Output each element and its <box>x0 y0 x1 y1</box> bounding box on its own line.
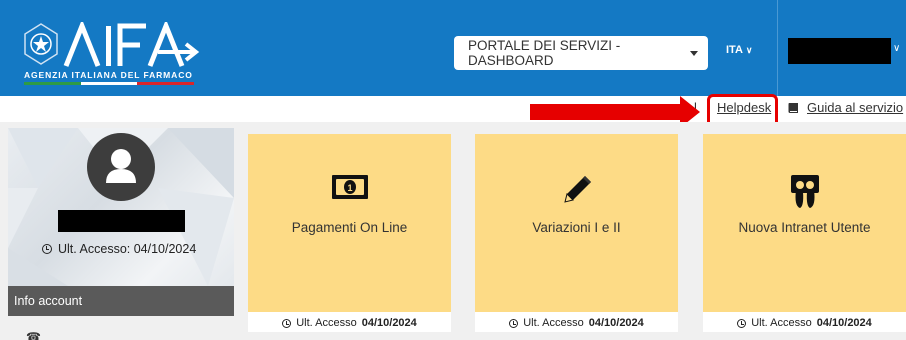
money-icon-wrap: 1 <box>248 172 451 212</box>
card-footer: Ult. Accesso 04/10/2024 <box>248 315 451 331</box>
clock-icon <box>282 318 292 328</box>
info-account-label: Info account <box>14 294 83 308</box>
card-title: Pagamenti On Line <box>291 220 408 235</box>
book-icon <box>788 103 798 113</box>
slideshare-icon <box>790 175 819 208</box>
card-body[interactable]: Nuova Intranet Utente <box>703 134 906 312</box>
card-access-label: Ult. Accesso <box>523 317 584 329</box>
card-footer: Ult. Accesso 04/10/2024 <box>475 315 678 331</box>
clock-icon <box>509 318 519 328</box>
tricolor-stripe <box>24 82 195 85</box>
card-access-date: 04/10/2024 <box>816 317 872 329</box>
card-body[interactable]: 1 Pagamenti On Line <box>248 134 451 312</box>
header-divider <box>777 0 778 96</box>
service-card-variazioni[interactable]: Variazioni I e II Ult. Accesso 04/10/202… <box>475 134 678 332</box>
top-header: AGENZIA ITALIANA DEL FARMACO PORTALE DEI… <box>0 0 906 96</box>
profile-last-access: Ult. Accesso: 04/10/2024 <box>42 242 196 256</box>
card-access-date: 04/10/2024 <box>361 317 417 329</box>
service-guide-link[interactable]: Guida al servizio <box>807 100 903 115</box>
user-name-redacted <box>58 210 185 232</box>
pencil-icon-wrap <box>475 172 678 212</box>
pencil-icon <box>563 176 591 203</box>
profile-panel: Ult. Accesso: 04/10/2024 Info account <box>8 128 234 316</box>
user-menu-chevron-icon[interactable]: ∨ <box>893 43 900 54</box>
caret-down-icon <box>690 51 698 56</box>
service-card-pagamenti[interactable]: 1 Pagamenti On Line Ult. Accesso 04/10/2… <box>248 134 451 332</box>
card-footer: Ult. Accesso 04/10/2024 <box>703 315 906 331</box>
card-title: Variazioni I e II <box>532 220 621 235</box>
slideshare-icon-wrap <box>703 172 906 212</box>
card-body[interactable]: Variazioni I e II <box>475 134 678 312</box>
user-menu-redacted[interactable] <box>788 38 891 64</box>
user-icon <box>106 149 136 183</box>
clock-icon <box>737 318 747 328</box>
info-account-header[interactable]: Info account <box>8 286 234 316</box>
aifa-logo[interactable]: AGENZIA ITALIANA DEL FARMACO <box>22 22 222 90</box>
language-label: ITA <box>726 44 743 56</box>
chevron-down-icon: ∨ <box>745 44 753 55</box>
logo-subtitle: AGENZIA ITALIANA DEL FARMACO <box>24 70 193 80</box>
profile-last-access-text: Ult. Accesso: 04/10/2024 <box>58 242 197 256</box>
money-icon: 1 <box>331 175 368 199</box>
clock-icon <box>42 244 52 254</box>
annotation-arrow-shaft <box>530 104 682 120</box>
language-selector[interactable]: ITA ∨ <box>726 44 753 56</box>
portal-dropdown[interactable]: PORTALE DEI SERVIZI - DASHBOARD <box>454 36 708 70</box>
aifa-wordmark <box>63 22 200 67</box>
service-card-intranet[interactable]: Nuova Intranet Utente Ult. Accesso 04/10… <box>703 134 906 332</box>
avatar[interactable] <box>87 133 155 201</box>
phone-icon: ☎ <box>26 330 41 340</box>
card-access-label: Ult. Accesso <box>296 317 357 329</box>
card-title: Nuova Intranet Utente <box>738 220 871 235</box>
card-access-date: 04/10/2024 <box>588 317 644 329</box>
svg-text:1: 1 <box>347 183 352 193</box>
portal-dropdown-value: PORTALE DEI SERVIZI - DASHBOARD <box>468 38 621 68</box>
emblem-icon <box>24 23 58 65</box>
card-access-label: Ult. Accesso <box>751 317 812 329</box>
